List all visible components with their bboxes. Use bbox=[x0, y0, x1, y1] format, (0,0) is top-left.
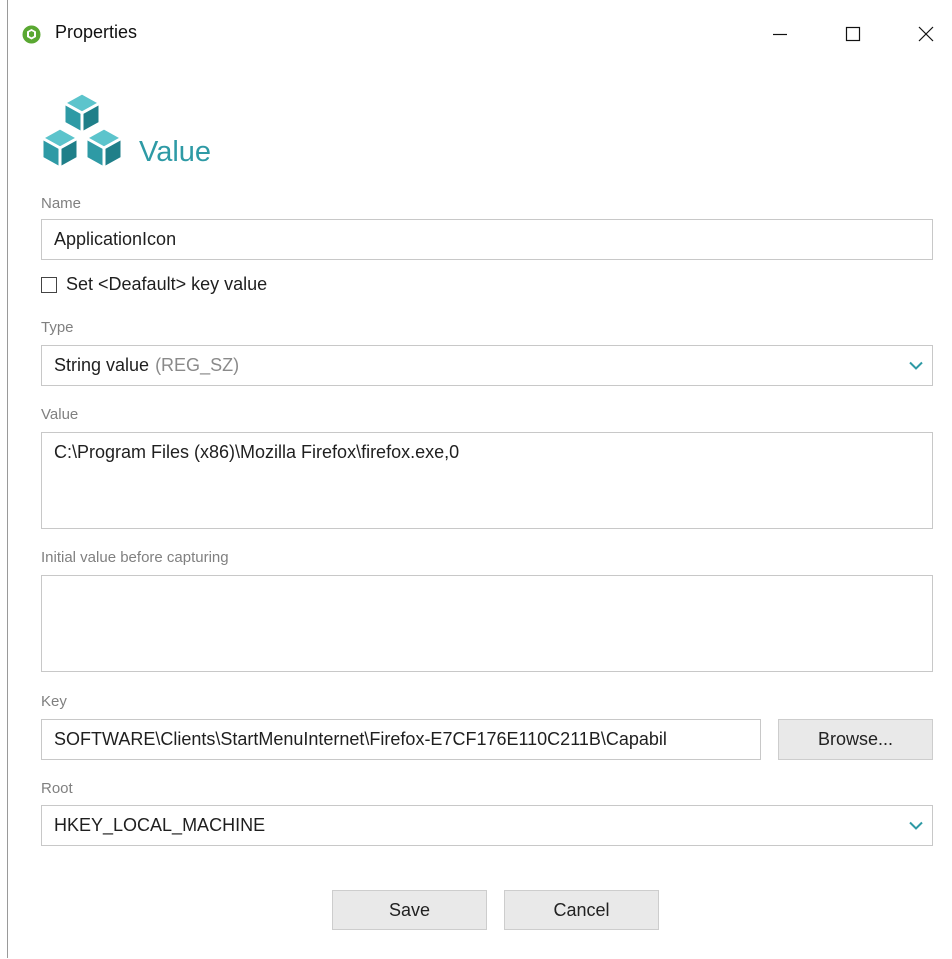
properties-window: Properties Value Name ApplicationIcon Se… bbox=[7, 0, 951, 958]
default-key-checkbox[interactable] bbox=[41, 276, 57, 293]
root-label: Root bbox=[41, 780, 73, 797]
browse-button[interactable]: Browse... bbox=[778, 719, 933, 760]
initial-value-label: Initial value before capturing bbox=[41, 549, 229, 566]
key-label: Key bbox=[41, 693, 67, 710]
page-title: Value bbox=[139, 136, 212, 168]
cubes-icon bbox=[39, 91, 125, 171]
maximize-icon bbox=[845, 26, 861, 42]
chevron-down-icon bbox=[909, 821, 923, 830]
window-title: Properties bbox=[55, 22, 138, 42]
title-bar: Properties bbox=[8, 0, 951, 66]
minimize-icon bbox=[773, 33, 787, 36]
registry-app-icon bbox=[22, 25, 41, 44]
key-input[interactable]: SOFTWARE\Clients\StartMenuInternet\Firef… bbox=[41, 719, 761, 760]
browse-button-label: Browse... bbox=[817, 729, 894, 749]
close-button[interactable] bbox=[903, 12, 949, 56]
default-key-checkbox-label: Set <Deafault> key value bbox=[66, 274, 268, 294]
cancel-button-label: Cancel bbox=[553, 899, 610, 920]
type-label: Type bbox=[41, 319, 74, 336]
name-input[interactable]: ApplicationIcon bbox=[41, 219, 933, 260]
value-textarea[interactable]: C:\Program Files (x86)\Mozilla Firefox\f… bbox=[41, 432, 933, 529]
default-key-checkbox-row[interactable]: Set <Deafault> key value bbox=[41, 274, 267, 295]
value-textarea-text: C:\Program Files (x86)\Mozilla Firefox\f… bbox=[54, 442, 460, 462]
save-button-label: Save bbox=[388, 899, 431, 920]
cancel-button[interactable]: Cancel bbox=[504, 890, 659, 930]
save-button[interactable]: Save bbox=[332, 890, 487, 930]
key-input-value: SOFTWARE\Clients\StartMenuInternet\Firef… bbox=[54, 729, 667, 749]
name-input-value: ApplicationIcon bbox=[54, 229, 177, 249]
minimize-button[interactable] bbox=[757, 12, 803, 56]
value-label: Value bbox=[41, 406, 79, 423]
root-select[interactable]: HKEY_LOCAL_MACHINE bbox=[41, 805, 933, 846]
maximize-button[interactable] bbox=[830, 12, 876, 56]
type-select-hint: (REG_SZ) bbox=[155, 355, 240, 375]
type-select-value: String value bbox=[54, 355, 150, 375]
chevron-down-icon bbox=[909, 361, 923, 370]
root-select-value: HKEY_LOCAL_MACHINE bbox=[54, 815, 266, 835]
name-label: Name bbox=[41, 195, 82, 212]
type-select[interactable]: String value (REG_SZ) bbox=[41, 345, 933, 386]
initial-value-textarea[interactable] bbox=[41, 575, 933, 672]
close-icon bbox=[918, 26, 934, 42]
